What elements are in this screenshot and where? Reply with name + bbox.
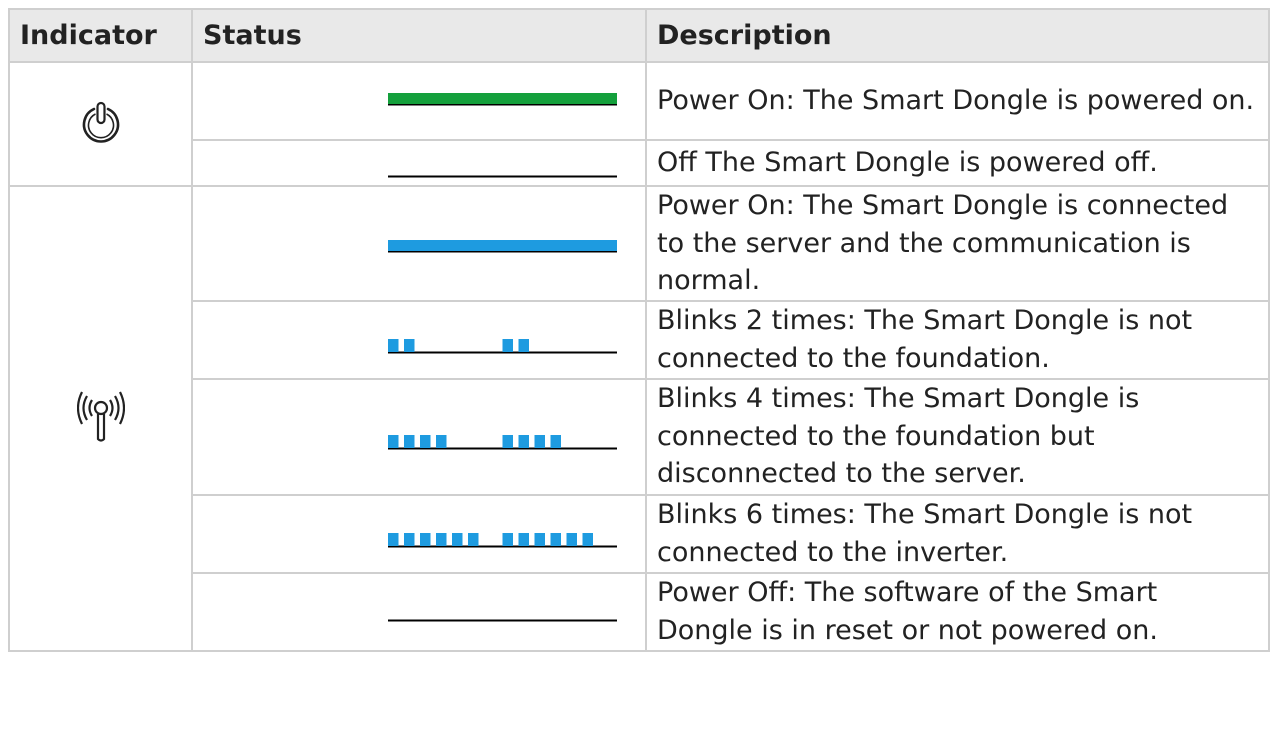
- status-signal-graphic: [388, 175, 617, 178]
- signal-pulse: [420, 532, 431, 546]
- header-status: Status: [191, 8, 647, 63]
- description-cell: Power On: The Smart Dongle is connected …: [645, 185, 1270, 302]
- table-row: Power On: The Smart Dongle is powered on…: [8, 61, 1270, 187]
- status-cell: [191, 571, 647, 652]
- signal-solid-green: [388, 90, 617, 106]
- table-row: Power Off: The software of the Smart Don…: [9, 571, 1270, 652]
- description-cell: Blinks 6 times: The Smart Dongle is not …: [645, 493, 1270, 574]
- signal-pulse: [404, 338, 415, 352]
- status-signal-graphic: [388, 93, 617, 106]
- status-cell: [191, 377, 647, 496]
- signal-pulse: [502, 338, 513, 352]
- signal-pulse: [518, 434, 529, 448]
- signal-pulse: [534, 532, 545, 546]
- indicator-cell: [8, 61, 193, 187]
- table-row: Blinks 6 times: The Smart Dongle is not …: [9, 493, 1270, 574]
- table-row: Blinks 4 times: The Smart Dongle is conn…: [9, 377, 1270, 496]
- indicator-table: Indicator Status Description Power On: T…: [8, 8, 1270, 652]
- status-signal-graphic: [388, 532, 617, 547]
- signal-pulse: [468, 532, 479, 546]
- signal-off: [388, 606, 617, 622]
- signal-pulse: [388, 338, 399, 352]
- status-signal-graphic: [388, 338, 617, 353]
- signal-pulse: [404, 434, 415, 448]
- signal-pulse: [388, 532, 399, 546]
- status-cell: [191, 139, 647, 187]
- status-cell: [191, 185, 647, 302]
- status-cell: [191, 493, 647, 574]
- signal-pulse: [550, 434, 561, 448]
- wireless-signal-icon: [76, 391, 125, 442]
- indicator-cell: [8, 185, 193, 652]
- signal-pulse: [582, 532, 593, 546]
- signal-blink-2: [388, 338, 617, 354]
- status-signal-graphic: [388, 434, 617, 449]
- power-icon: [82, 101, 119, 143]
- description-cell: Power Off: The software of the Smart Don…: [645, 571, 1270, 652]
- status-cell: [191, 299, 647, 380]
- table-header-row: Indicator Status Description: [8, 8, 1270, 63]
- status-cell: [191, 61, 647, 141]
- signal-pulse: [518, 338, 529, 352]
- signal-solid-bar: [388, 240, 617, 252]
- signal-pulse: [436, 532, 447, 546]
- table-row: Blinks 2 times: The Smart Dongle is not …: [9, 299, 1270, 380]
- signal-pulse: [566, 532, 577, 546]
- signal-pulse: [404, 532, 415, 546]
- signal-pulse: [388, 434, 399, 448]
- status-signal-graphic: [388, 240, 617, 253]
- signal-pulse: [502, 434, 513, 448]
- description-cell: Power On: The Smart Dongle is powered on…: [645, 61, 1270, 141]
- description-cell: Off The Smart Dongle is powered off.: [645, 139, 1270, 187]
- signal-pulse: [436, 434, 447, 448]
- signal-pulse: [502, 532, 513, 546]
- header-indicator: Indicator: [8, 8, 193, 63]
- table-row: Off The Smart Dongle is powered off.: [9, 139, 1270, 187]
- signal-blink-4: [388, 434, 617, 450]
- signal-blink-6: [388, 532, 617, 548]
- description-cell: Blinks 2 times: The Smart Dongle is not …: [645, 299, 1270, 380]
- signal-pulse: [420, 434, 431, 448]
- signal-pulse: [518, 532, 529, 546]
- signal-pulse: [550, 532, 561, 546]
- table-row: Power On: The Smart Dongle is connected …: [8, 185, 1270, 652]
- description-cell: Blinks 4 times: The Smart Dongle is conn…: [645, 377, 1270, 496]
- signal-off: [388, 162, 617, 178]
- signal-solid-bar: [388, 93, 617, 104]
- signal-pulse: [534, 434, 545, 448]
- signal-solid-blue: [388, 237, 617, 253]
- header-description: Description: [645, 8, 1270, 63]
- signal-pulse: [452, 532, 463, 546]
- status-signal-graphic: [388, 619, 617, 621]
